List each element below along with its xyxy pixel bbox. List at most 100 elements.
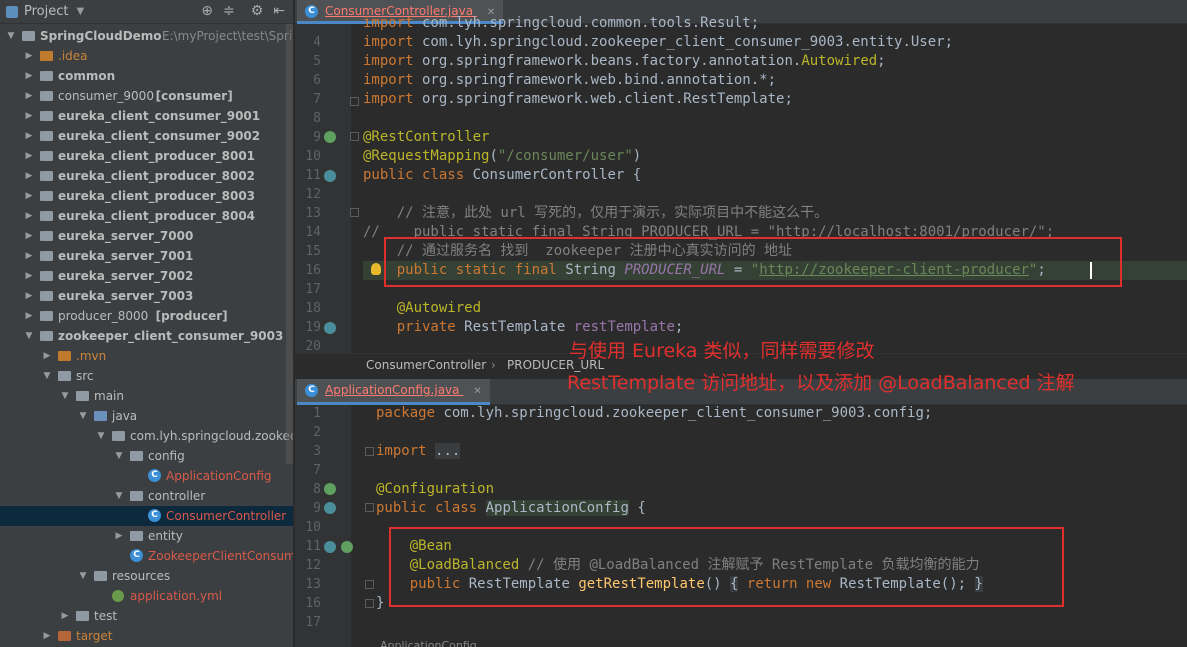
breadcrumb-class[interactable]: ConsumerController (366, 354, 486, 376)
code-line[interactable]: import ... (376, 442, 461, 461)
code-line[interactable]: @RequestMapping("/consumer/user") (363, 147, 641, 166)
tree-item[interactable]: ▼ main (0, 386, 293, 406)
tree-item[interactable]: ▶ eureka_client_producer_8003 (0, 186, 293, 206)
fold-marker-icon[interactable] (365, 599, 374, 608)
tree-item[interactable]: ▼ controller (0, 486, 293, 506)
expand-arrow-closed-icon[interactable]: ▶ (24, 146, 34, 166)
expand-arrow-open-icon[interactable]: ▼ (78, 566, 88, 586)
tree-item[interactable]: ▶ consumer_9000 [consumer] (0, 86, 293, 106)
gear-icon[interactable]: ⚙ (251, 3, 264, 19)
close-icon[interactable]: ✕ (473, 380, 481, 403)
spring-bean-icon[interactable] (324, 131, 336, 143)
expand-arrow-open-icon[interactable]: ▼ (6, 26, 16, 46)
expand-arrow-closed-icon[interactable]: ▶ (24, 306, 34, 326)
code-line[interactable]: @Autowired (363, 299, 481, 318)
expand-arrow-closed-icon[interactable]: ▶ (42, 626, 52, 646)
tree-item[interactable]: ▶ eureka_client_producer_8004 (0, 206, 293, 226)
expand-arrow-open-icon[interactable]: ▼ (42, 366, 52, 386)
expand-arrow-closed-icon[interactable]: ▶ (114, 526, 124, 546)
expand-arrow-open-icon[interactable]: ▼ (78, 406, 88, 426)
code-line[interactable]: import org.springframework.web.client.Re… (363, 90, 793, 109)
tree-item[interactable]: C ZookeeperClientConsume (0, 546, 293, 566)
tree-item[interactable]: ▶ eureka_server_7000 (0, 226, 293, 246)
expand-arrow-closed-icon[interactable]: ▶ (24, 66, 34, 86)
expand-arrow-open-icon[interactable]: ▼ (60, 386, 70, 406)
expand-arrow-open-icon[interactable]: ▼ (96, 426, 106, 446)
code-line[interactable]: import org.springframework.beans.factory… (363, 52, 886, 71)
expand-arrow-closed-icon[interactable]: ▶ (24, 226, 34, 246)
tree-item[interactable]: C ConsumerController (0, 506, 293, 526)
expand-arrow-closed-icon[interactable]: ▶ (24, 86, 34, 106)
tree-item[interactable]: ▶ common (0, 66, 293, 86)
fold-marker-icon[interactable] (365, 447, 374, 456)
code-line[interactable]: // 注意，此处 url 写死的，仅用于演示，实际项目中不能这么干。 (363, 204, 828, 223)
expand-arrow-open-icon[interactable]: ▼ (24, 326, 34, 346)
tab-application-config[interactable]: C ApplicationConfig.java ✕ (297, 379, 490, 405)
tree-item[interactable]: ▼ SpringCloudDemo E:\myProject\test\Sprin (0, 26, 293, 46)
chevron-down-icon[interactable]: ▼ (76, 6, 84, 17)
code-line[interactable]: package com.lyh.springcloud.zookeeper_cl… (376, 404, 932, 423)
code-line[interactable]: import com.lyh.springcloud.common.tools.… (363, 14, 759, 33)
tree-item[interactable]: ▼ com.lyh.springcloud.zookee (0, 426, 293, 446)
fold-marker-icon[interactable] (350, 208, 359, 217)
spring-bean-icon[interactable] (341, 541, 353, 553)
code-line[interactable]: public class ApplicationConfig { (376, 499, 646, 518)
expand-arrow-closed-icon[interactable]: ▶ (24, 266, 34, 286)
expand-arrow-closed-icon[interactable]: ▶ (24, 206, 34, 226)
expand-arrow-closed-icon[interactable]: ▶ (60, 606, 70, 626)
expand-arrow-open-icon[interactable]: ▼ (114, 486, 124, 506)
tree-item[interactable]: ▶ eureka_server_7002 (0, 266, 293, 286)
fold-marker-icon[interactable] (350, 132, 359, 141)
editor-bottom-code[interactable] (351, 405, 1187, 647)
tree-item[interactable]: ▶ entity (0, 526, 293, 546)
code-line[interactable]: @RestController (363, 128, 489, 147)
expand-arrow-closed-icon[interactable]: ▶ (24, 106, 34, 126)
tree-item[interactable]: C ApplicationConfig (0, 466, 293, 486)
expand-arrow-closed-icon[interactable]: ▶ (24, 186, 34, 206)
code-line[interactable]: } (376, 594, 384, 613)
tree-item[interactable]: ▼ zookeeper_client_consumer_9003 (0, 326, 293, 346)
expand-arrow-closed-icon[interactable]: ▶ (24, 46, 34, 66)
code-line[interactable]: private RestTemplate restTemplate; (363, 318, 684, 337)
tree-item[interactable]: ▶ eureka_client_producer_8001 (0, 146, 293, 166)
hide-panel-icon[interactable]: ⇤ (273, 3, 285, 19)
tree-item[interactable]: ▼ config (0, 446, 293, 466)
code-line[interactable]: import org.springframework.web.bind.anno… (363, 71, 776, 90)
tree-item[interactable]: ▼ java (0, 406, 293, 426)
tree-item[interactable]: ▶ eureka_server_7003 (0, 286, 293, 306)
spring-bean-icon[interactable] (324, 502, 336, 514)
collapse-all-icon[interactable]: ≑ (223, 3, 235, 19)
project-panel-header[interactable]: Project ▼ ⊕ ≑ ⚙ ⇤ (0, 0, 293, 24)
tree-item[interactable]: ▶ .idea (0, 46, 293, 66)
fold-marker-icon[interactable] (365, 503, 374, 512)
expand-arrow-open-icon[interactable]: ▼ (114, 446, 124, 466)
expand-arrow-closed-icon[interactable]: ▶ (24, 126, 34, 146)
project-panel-title[interactable]: Project (24, 4, 68, 19)
autowired-icon[interactable] (324, 322, 336, 334)
fold-marker-icon[interactable] (365, 580, 374, 589)
tree-item[interactable]: ▶ .mvn (0, 346, 293, 366)
code-line[interactable]: import com.lyh.springcloud.zookeeper_cli… (363, 33, 953, 52)
expand-arrow-closed-icon[interactable]: ▶ (24, 166, 34, 186)
tree-item[interactable]: ▶ target (0, 626, 293, 646)
spring-bean-icon[interactable] (324, 170, 336, 182)
code-line[interactable]: @Configuration (376, 480, 494, 499)
expand-arrow-closed-icon[interactable]: ▶ (42, 346, 52, 366)
expand-arrow-closed-icon[interactable]: ▶ (24, 246, 34, 266)
tree-item[interactable]: ▼ src (0, 366, 293, 386)
spring-config-icon[interactable] (324, 483, 336, 495)
lightbulb-icon[interactable] (371, 263, 381, 275)
tree-item[interactable]: ▶ eureka_client_consumer_9001 (0, 106, 293, 126)
navigate-icon[interactable] (324, 541, 336, 553)
tree-item[interactable]: ▶ producer_8000 [producer] (0, 306, 293, 326)
expand-arrow-closed-icon[interactable]: ▶ (24, 286, 34, 306)
fold-marker-icon[interactable] (350, 97, 359, 106)
code-line[interactable]: public class ConsumerController { (363, 166, 641, 185)
tree-item[interactable]: application.yml (0, 586, 293, 606)
locate-icon[interactable]: ⊕ (201, 3, 213, 19)
tree-item[interactable]: ▶ eureka_server_7001 (0, 246, 293, 266)
tree-scrollbar[interactable] (286, 24, 293, 464)
tree-item[interactable]: ▶ test (0, 606, 293, 626)
tree-item[interactable]: ▶ eureka_client_consumer_9002 (0, 126, 293, 146)
tree-item[interactable]: ▶ eureka_client_producer_8002 (0, 166, 293, 186)
